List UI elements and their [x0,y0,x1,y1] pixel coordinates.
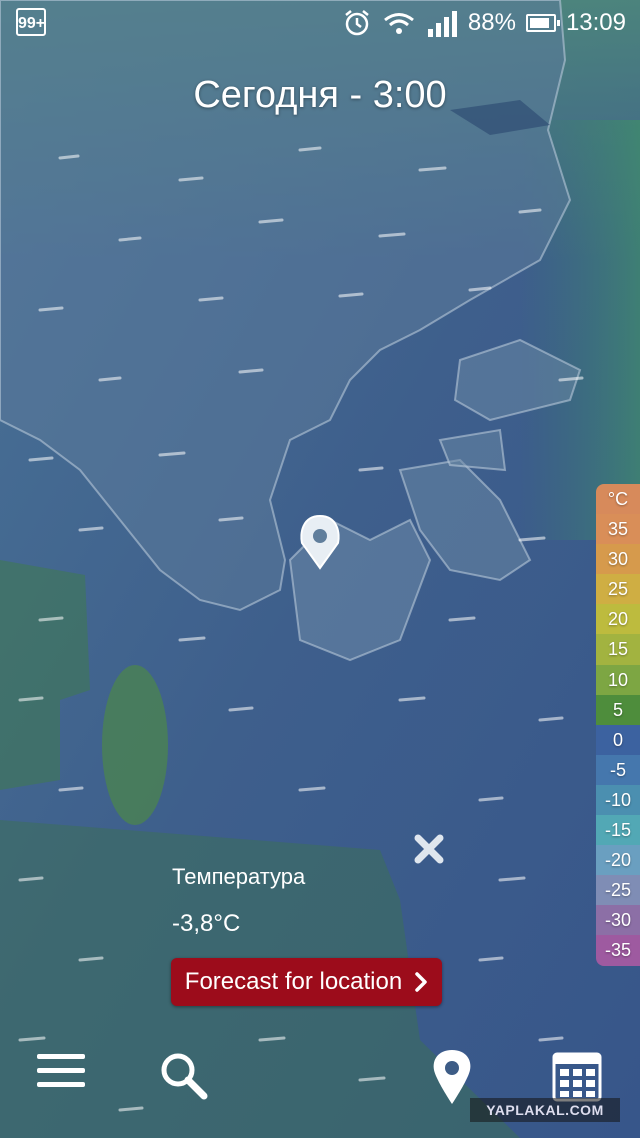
legend-unit: °C [596,484,640,515]
search-icon [161,1053,208,1100]
temperature-value: -3,8°C [172,910,241,937]
search-button[interactable] [158,1050,210,1107]
status-bar: 99+ 88% 13:09 [0,0,640,48]
legend-entry: 35 [596,514,640,545]
legend-entry: 20 [596,604,640,635]
close-button[interactable] [410,830,448,868]
legend-entry: 25 [596,574,640,605]
legend-entry: 15 [596,634,640,665]
legend-entry: 30 [596,544,640,575]
battery-percent: 88% [467,9,516,36]
legend-entry: 5 [596,694,640,725]
location-pin-icon [433,1050,471,1104]
watermark: YAPLAKAL.COM [470,1098,620,1122]
forecast-for-location-button[interactable]: Forecast for location [171,958,442,1006]
calendar-grid-icon [552,1052,602,1102]
legend-entry: -5 [596,754,640,785]
legend-entry: 0 [596,724,640,755]
legend-entry: -30 [596,905,640,936]
menu-button[interactable] [36,1050,86,1095]
legend-entry: -25 [596,875,640,906]
forecast-button-label: Forecast for location [184,968,403,995]
legend-entry: -15 [596,815,640,846]
notification-badge: 99+ [16,8,46,36]
info-label: Температура [172,864,306,889]
legend-entry: -20 [596,845,640,876]
alarm-icon [345,10,369,36]
legend-entry: 10 [596,664,640,695]
battery-fill [529,18,550,28]
close-icon [414,834,444,864]
chevron-right-icon [415,972,427,992]
map-time-title: Сегодня - 3:00 [193,74,447,116]
status-icons: 88% 13:09 [342,6,626,40]
signal-icon [427,11,457,37]
wifi-icon [383,13,414,34]
my-location-button[interactable] [430,1048,474,1111]
legend-entry: -35 [596,935,640,966]
menu-icon [37,1054,85,1087]
battery-icon [525,14,560,32]
legend-entry: -10 [596,784,640,816]
temperature-legend: °C 35 30 25 20 15 10 5 0 -5 -10 -15 -20 -25 -30 -35 [596,484,640,966]
clock: 13:09 [565,9,626,36]
